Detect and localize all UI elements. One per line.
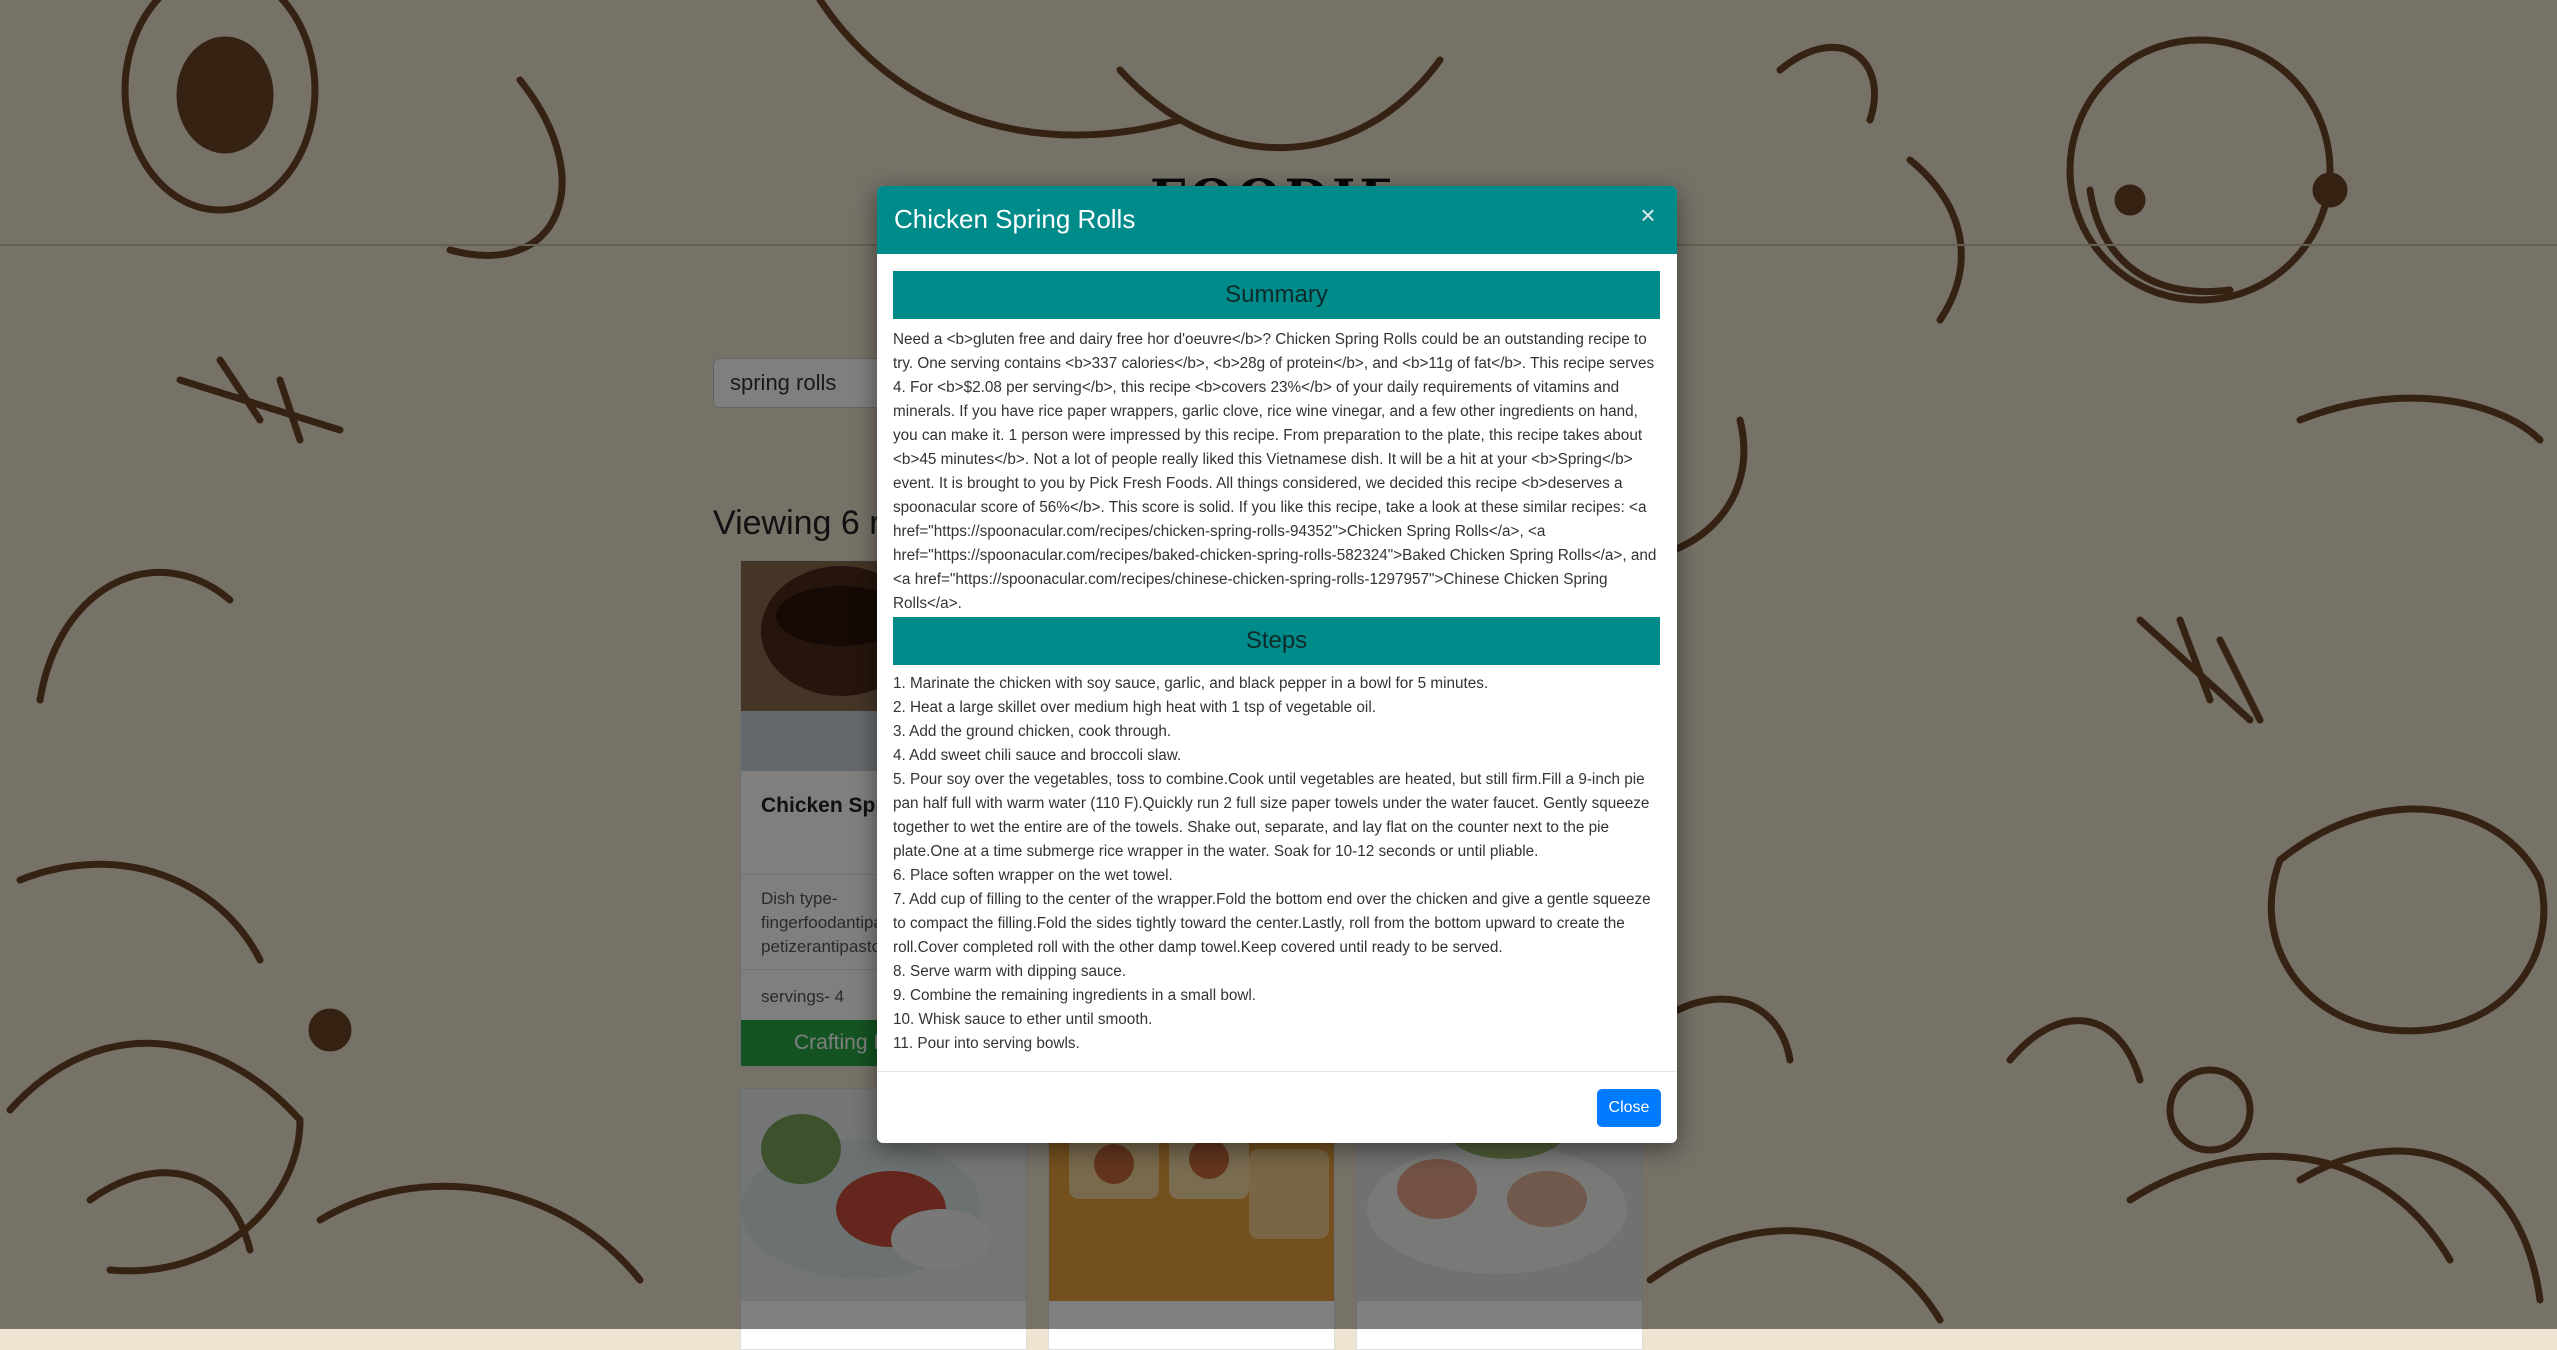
steps-heading: Steps: [893, 617, 1660, 665]
step-item: 8. Serve warm with dipping sauce.: [893, 963, 1126, 980]
modal-footer-divider: [877, 1071, 1677, 1072]
steps-list: 1. Marinate the chicken with soy sauce, …: [893, 672, 1665, 1056]
step-item: 7. Add cup of filling to the center of t…: [893, 891, 1651, 956]
step-item: 10. Whisk sauce to ether until smooth.: [893, 1011, 1153, 1028]
summary-text: Need a <b>gluten free and dairy free hor…: [893, 331, 1657, 612]
modal-header: Chicken Spring Rolls ×: [877, 186, 1677, 254]
step-item: 6. Place soften wrapper on the wet towel…: [893, 867, 1173, 884]
step-item: 3. Add the ground chicken, cook through.: [893, 723, 1172, 740]
step-item: 4. Add sweet chili sauce and broccoli sl…: [893, 747, 1182, 764]
step-item: 2. Heat a large skillet over medium high…: [893, 699, 1376, 716]
step-item: 1. Marinate the chicken with soy sauce, …: [893, 675, 1489, 692]
step-item: 5. Pour soy over the vegetables, toss to…: [893, 771, 1650, 860]
close-button[interactable]: Close: [1597, 1089, 1661, 1127]
close-icon[interactable]: ×: [1633, 200, 1663, 230]
recipe-modal: Chicken Spring Rolls × Summary Need a <b…: [877, 186, 1677, 1143]
modal-title: Chicken Spring Rolls: [894, 204, 1136, 234]
step-item: 11. Pour into serving bowls.: [893, 1035, 1080, 1052]
summary-heading: Summary: [893, 271, 1660, 319]
step-item: 9. Combine the remaining ingredients in …: [893, 987, 1257, 1004]
